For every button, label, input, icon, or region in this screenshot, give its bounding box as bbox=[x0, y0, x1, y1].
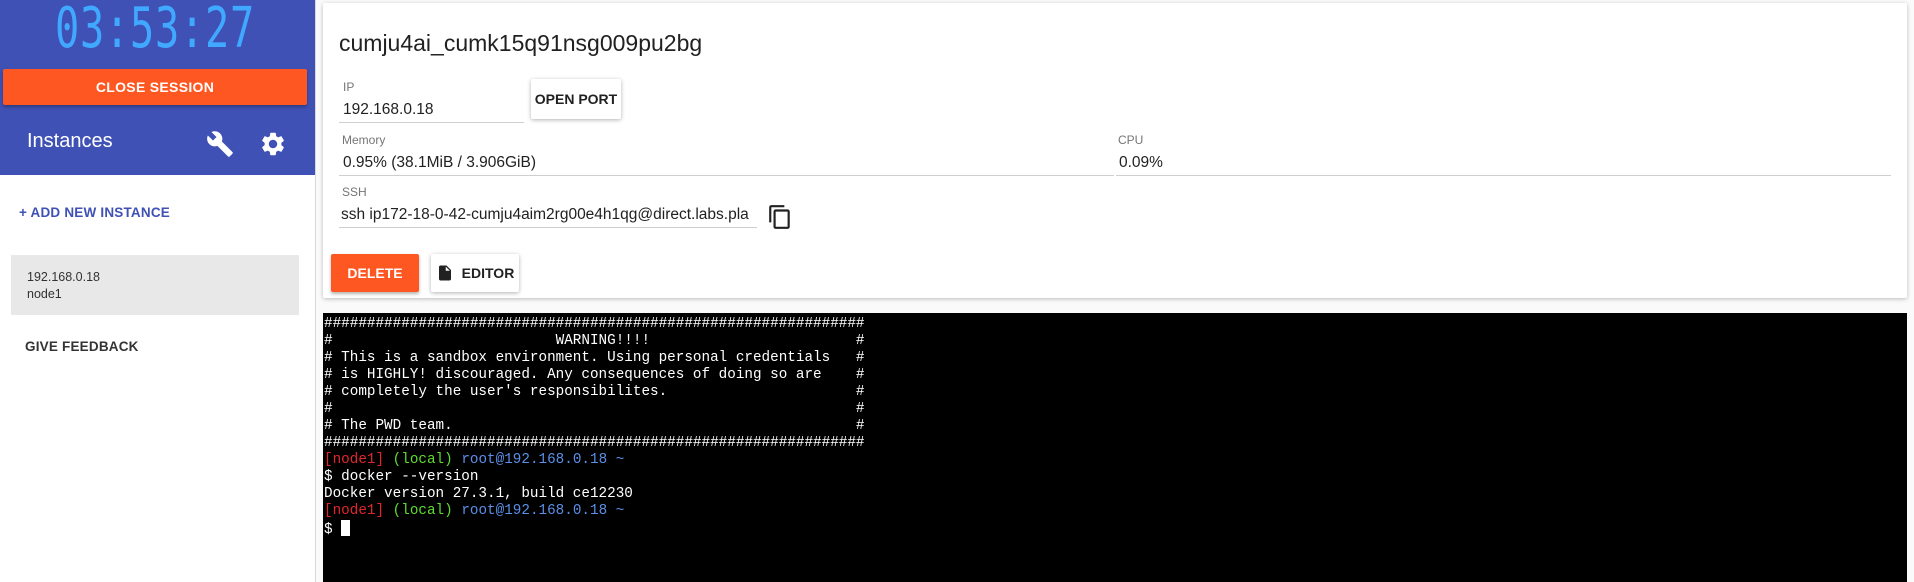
prompt-node: [node1] bbox=[324, 452, 385, 468]
cpu-label: CPU bbox=[1118, 133, 1144, 147]
terminal-command: $ docker --version bbox=[324, 469, 479, 485]
prompt-host: root@192.168.0.18 ~ bbox=[461, 503, 625, 519]
add-new-instance-button[interactable]: + ADD NEW INSTANCE bbox=[19, 205, 170, 220]
terminal-banner-line: # WARNING!!!! # bbox=[324, 333, 865, 349]
gear-icon[interactable] bbox=[259, 130, 287, 158]
delete-button[interactable]: DELETE bbox=[331, 254, 419, 292]
instance-title: cumju4ai_cumk15q91nsg009pu2bg bbox=[339, 30, 703, 56]
terminal-banner-line: ########################################… bbox=[324, 316, 865, 332]
file-icon bbox=[438, 265, 451, 281]
give-feedback-button[interactable]: GIVE FEEDBACK bbox=[25, 339, 139, 354]
editor-button[interactable]: EDITOR bbox=[431, 254, 519, 292]
ip-field[interactable]: 192.168.0.18 bbox=[343, 101, 523, 119]
ssh-label: SSH bbox=[342, 185, 367, 199]
instance-list-item[interactable]: 192.168.0.18 node1 bbox=[11, 255, 299, 315]
ip-label: IP bbox=[343, 80, 355, 94]
instance-item-name: node1 bbox=[27, 287, 62, 301]
instance-item-ip: 192.168.0.18 bbox=[27, 270, 100, 284]
prompt-symbol: $ bbox=[324, 522, 342, 538]
terminal-output: Docker version 27.3.1, build ce12230 bbox=[324, 486, 633, 502]
memory-field: 0.95% (38.1MiB / 3.906GiB) bbox=[343, 154, 536, 171]
terminal-banner-line: ########################################… bbox=[324, 435, 865, 451]
copy-icon[interactable] bbox=[767, 204, 793, 230]
instances-title: Instances bbox=[27, 130, 113, 152]
terminal-cursor bbox=[341, 520, 351, 536]
instance-details-card: cumju4ai_cumk15q91nsg009pu2bg IP 192.168… bbox=[323, 3, 1907, 298]
prompt-host: root@192.168.0.18 ~ bbox=[461, 452, 625, 468]
terminal-input-line[interactable]: $ bbox=[324, 520, 1907, 538]
cpu-field: 0.09% bbox=[1119, 154, 1163, 171]
terminal[interactable]: ########################################… bbox=[323, 313, 1907, 582]
ssh-field[interactable]: ssh ip172-18-0-42-cumju4aim2rg00e4h1qg@d… bbox=[341, 206, 757, 224]
terminal-banner-line: # The PWD team. # bbox=[324, 418, 865, 434]
terminal-banner-line: # This is a sandbox environment. Using p… bbox=[324, 350, 865, 366]
terminal-banner-line: # completely the user's responsibilites.… bbox=[324, 384, 865, 400]
terminal-prompt: [node1] (local) root@192.168.0.18 ~ bbox=[324, 503, 1907, 520]
open-port-button[interactable]: OPEN PORT bbox=[531, 79, 621, 119]
cpu-field-underline bbox=[1116, 175, 1891, 176]
prompt-local: (local) bbox=[392, 452, 453, 468]
sidebar: 03:53:27 CLOSE SESSION Instances + ADD N… bbox=[0, 0, 316, 582]
prompt-node: [node1] bbox=[324, 503, 385, 519]
memory-label: Memory bbox=[342, 133, 386, 147]
editor-button-label: EDITOR bbox=[461, 265, 515, 281]
ip-field-underline bbox=[339, 122, 524, 123]
sidebar-header: 03:53:27 CLOSE SESSION Instances bbox=[0, 0, 315, 175]
terminal-prompt: [node1] (local) root@192.168.0.18 ~ bbox=[324, 452, 1907, 469]
session-timer: 03:53:27 bbox=[55, 0, 255, 61]
wrench-icon[interactable] bbox=[206, 130, 234, 158]
prompt-local: (local) bbox=[392, 503, 453, 519]
close-session-button[interactable]: CLOSE SESSION bbox=[3, 69, 307, 105]
ssh-field-underline bbox=[339, 227, 757, 228]
terminal-banner-line: # is HIGHLY! discouraged. Any consequenc… bbox=[324, 367, 865, 383]
terminal-banner-line: # # bbox=[324, 401, 865, 417]
memory-field-underline bbox=[339, 175, 1114, 176]
